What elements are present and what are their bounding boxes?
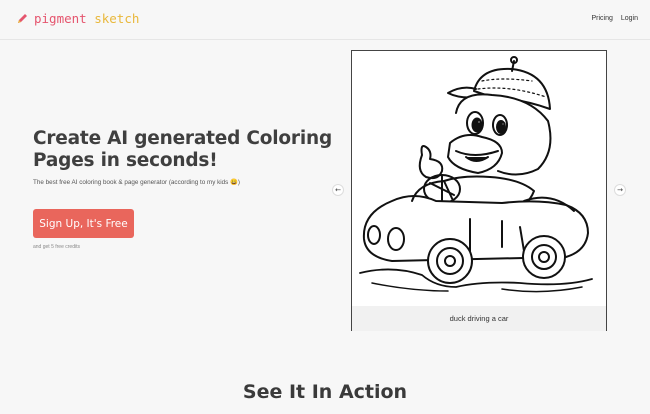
carousel-next-button[interactable]: → [614,184,626,196]
top-nav: pigment sketch Pricing Login [0,0,650,40]
nav-pricing-link[interactable]: Pricing [591,15,612,22]
nav-login-link[interactable]: Login [621,15,638,22]
brand-logo[interactable]: pigment sketch [16,11,139,26]
arrow-left-icon: ← [335,186,341,194]
brand-name: pigment sketch [34,11,140,26]
coloring-page-caption: duck driving a car [352,306,606,331]
signup-button[interactable]: Sign Up, It's Free [33,209,134,238]
pencil-icon [18,13,27,23]
arrow-right-icon: → [617,186,623,194]
signup-note: and get 5 free credits [33,244,80,250]
nav-links: Pricing Login [591,15,638,22]
coloring-page-image [359,56,593,293]
carousel-prev-button[interactable]: ← [332,184,344,196]
section-title: See It In Action [242,381,408,403]
hero-title: Create AI generated Coloring Pages in se… [33,128,333,171]
coloring-page-card[interactable]: duck driving a car [351,50,607,331]
hero-subtitle: The best free AI coloring book & page ge… [33,179,240,186]
